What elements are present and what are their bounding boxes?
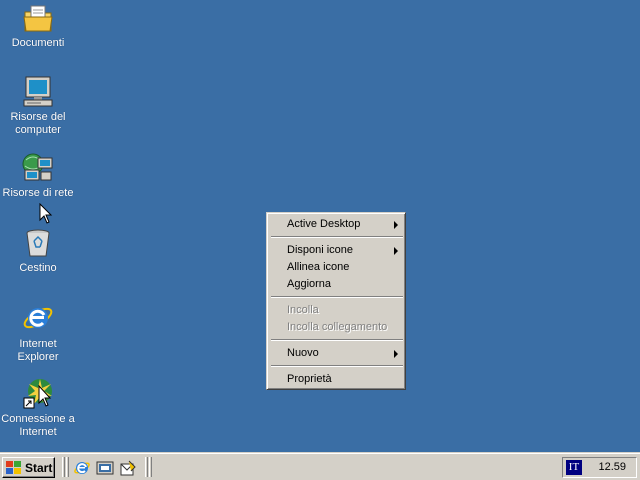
menu-item-label: Nuovo <box>287 347 319 359</box>
computer-icon <box>23 76 53 107</box>
menu-item-label: Disponi icone <box>287 244 354 256</box>
windows-logo-icon <box>6 461 21 474</box>
system-tray: IT 12.59 <box>562 457 637 478</box>
desktop-icon-label: Risorse di rete <box>2 187 74 199</box>
mouse-pointer-icon <box>39 203 53 224</box>
menu-item-incolla: Incolla <box>270 302 404 319</box>
menu-item-incolla-collegamento: Incolla collegamento <box>270 319 404 336</box>
menu-item-label: Incolla <box>287 304 319 316</box>
toolbar-grip[interactable] <box>149 457 152 477</box>
desktop-icon-label: Documenti <box>11 37 65 49</box>
menu-item-active-desktop[interactable]: Active Desktop <box>270 216 404 233</box>
quick-launch-outlook-express-icon[interactable] <box>119 459 137 477</box>
desktop-icon-label: Connessione a Internet <box>1 413 75 438</box>
menu-separator <box>271 296 403 298</box>
menu-item-label: Aggiorna <box>287 278 332 290</box>
menu-item-label: Incolla collegamento <box>287 321 388 333</box>
menu-separator <box>271 236 403 238</box>
menu-item-nuovo[interactable]: Nuovo <box>270 345 404 362</box>
desktop-icon-connessione-a-internet[interactable]: Connessione a Internet <box>0 376 76 439</box>
toolbar-grip[interactable] <box>66 457 69 477</box>
folder-icon <box>23 5 53 32</box>
start-button[interactable]: Start <box>2 457 55 478</box>
submenu-arrow-icon <box>394 350 398 358</box>
desktop-context-menu: Active Desktop Disponi icone Allinea ico… <box>266 212 406 390</box>
menu-item-label: Allinea icone <box>287 261 350 273</box>
menu-separator <box>271 365 403 367</box>
menu-item-label: Proprietà <box>287 373 332 385</box>
menu-separator <box>271 339 403 341</box>
submenu-arrow-icon <box>394 221 398 229</box>
desktop-icon-label: Risorse del computer <box>10 111 66 136</box>
desktop-icon-documenti[interactable]: Documenti <box>0 4 76 50</box>
toolbar-grip[interactable] <box>62 457 65 477</box>
quick-launch-internet-explorer-icon[interactable] <box>73 459 91 477</box>
language-indicator[interactable]: IT <box>566 460 582 475</box>
desktop-icon-label: Internet Explorer <box>17 338 59 363</box>
taskbar: Start IT 12.59 <box>0 452 640 480</box>
submenu-arrow-icon <box>394 247 398 255</box>
desktop-icon-cestino[interactable]: Cestino <box>0 227 76 275</box>
menu-item-allinea-icone[interactable]: Allinea icone <box>270 259 404 276</box>
menu-item-aggiorna[interactable]: Aggiorna <box>270 276 404 293</box>
recycle-bin-icon <box>26 229 50 257</box>
menu-item-disponi-icone[interactable]: Disponi icone <box>270 242 404 259</box>
internet-connection-icon <box>23 379 52 409</box>
desktop-icon-risorse-di-rete[interactable]: Risorse di rete <box>0 152 76 200</box>
quick-launch-show-desktop-icon[interactable] <box>96 459 114 477</box>
toolbar-grip[interactable] <box>145 457 148 477</box>
menu-item-proprieta[interactable]: Proprietà <box>270 371 404 388</box>
network-icon <box>22 153 53 181</box>
desktop-icon-label: Cestino <box>19 262 57 274</box>
menu-item-label: Active Desktop <box>287 218 361 230</box>
start-label: Start <box>25 461 53 475</box>
desktop-icon-internet-explorer[interactable]: Internet Explorer <box>0 301 76 364</box>
clock[interactable]: 12.59 <box>598 461 626 473</box>
internet-explorer-icon <box>23 307 53 329</box>
desktop-icon-risorse-del-computer[interactable]: Risorse del computer <box>0 76 76 137</box>
